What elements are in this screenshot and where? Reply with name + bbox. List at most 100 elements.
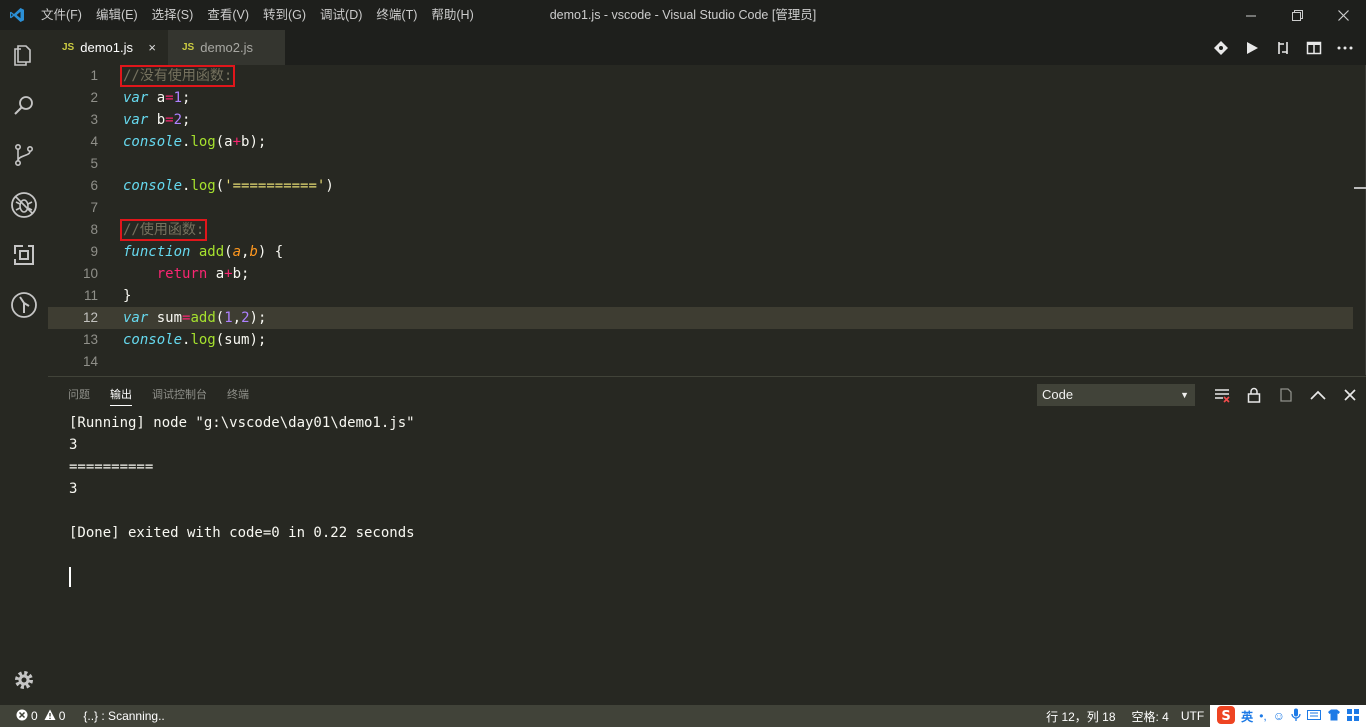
search-icon[interactable]	[0, 80, 48, 130]
clear-output-icon[interactable]	[1206, 387, 1238, 403]
function-name: add	[190, 310, 216, 326]
skin-icon[interactable]	[1327, 709, 1341, 724]
status-right: 行 12，列 18 空格: 4 UTF S 英 •, ☺	[1046, 705, 1366, 727]
menu-selection[interactable]: 选择(S)	[145, 0, 201, 30]
menu-terminal[interactable]: 终端(T)	[369, 0, 424, 30]
encoding[interactable]: UTF	[1181, 709, 1204, 723]
line-number: 6	[90, 178, 98, 193]
lock-scroll-icon[interactable]	[1238, 387, 1270, 403]
code-text: console.log('==========')	[123, 175, 334, 197]
code-text: var sum=add(1,2);	[123, 307, 266, 329]
keyword: var	[123, 112, 149, 128]
error-icon[interactable]	[16, 709, 28, 724]
tab-demo1[interactable]: JS demo1.js ×	[48, 30, 168, 65]
tab-demo2[interactable]: JS demo2.js	[168, 30, 285, 65]
keyboard-icon[interactable]	[1307, 709, 1321, 723]
code-line: 1 //没有使用函数:	[48, 65, 1353, 87]
args: (a	[215, 134, 233, 150]
code-text: //使用函数:	[119, 219, 208, 241]
editor-tabs: JS demo1.js × JS demo2.js	[48, 30, 1366, 65]
function-name: log	[190, 178, 216, 194]
warning-count[interactable]: 0	[59, 709, 66, 723]
scanning-status[interactable]: {..} : Scanning..	[83, 709, 164, 723]
identifier: sum	[156, 310, 183, 326]
code-text: return a+b;	[123, 263, 250, 285]
code-line: 14	[48, 351, 1353, 373]
tab-terminal[interactable]: 终端	[227, 385, 249, 406]
punctuation-icon[interactable]: •,	[1259, 709, 1267, 723]
svg-text:S: S	[1221, 709, 1230, 724]
git-compare-icon[interactable]	[1205, 40, 1236, 56]
tab-output[interactable]: 输出	[110, 385, 132, 406]
menu-edit[interactable]: 编辑(E)	[89, 0, 145, 30]
minimize-button[interactable]	[1228, 0, 1274, 30]
js-file-icon: JS	[182, 42, 195, 53]
run-code-icon[interactable]	[1236, 41, 1267, 55]
menu-debug[interactable]: 调试(D)	[313, 0, 369, 30]
code-text: var a=1;	[123, 87, 190, 109]
tab-problems[interactable]: 问题	[68, 385, 90, 406]
line-number: 11	[83, 288, 98, 303]
output-line: 3	[69, 481, 78, 497]
function-name: log	[190, 332, 216, 348]
output-panel: 问题 输出 调试控制台 终端 Code ▼ [Running] node "g:…	[48, 376, 1366, 706]
code-editor[interactable]: 1 //没有使用函数: 2 var a=1; 3 var b=2; 4 cons…	[48, 65, 1366, 375]
split-editor-icon[interactable]	[1298, 40, 1329, 56]
operator: +	[232, 134, 242, 150]
extensions-icon[interactable]	[0, 230, 48, 280]
emoji-icon[interactable]: ☺	[1273, 709, 1285, 723]
close-window-button[interactable]	[1320, 0, 1366, 30]
output-channel-value: Code	[1042, 387, 1074, 402]
error-count[interactable]: 0	[31, 709, 38, 723]
tab-close-icon[interactable]: ×	[148, 40, 156, 55]
remote-icon[interactable]	[0, 280, 48, 330]
code-text: function add(a,b) {	[123, 241, 283, 263]
code-line: 3 var b=2;	[48, 109, 1353, 131]
punct: );	[249, 310, 267, 326]
ime-toolbar[interactable]: S 英 •, ☺	[1210, 705, 1366, 727]
output-text: [Running] node "g:\vscode\day01\demo1.js…	[69, 412, 415, 544]
toolbox-icon[interactable]	[1347, 708, 1359, 724]
open-changes-icon[interactable]	[1267, 40, 1298, 56]
output-line: 3	[69, 437, 78, 453]
debug-icon[interactable]	[0, 180, 48, 230]
code-text: var b=2;	[123, 109, 190, 131]
output-channel-select[interactable]: Code ▼	[1037, 384, 1195, 406]
cursor-position[interactable]: 行 12，列 18	[1046, 708, 1115, 725]
code-text: console.log(sum);	[123, 329, 266, 351]
maximize-panel-icon[interactable]	[1302, 390, 1334, 400]
keyword-return: return	[156, 266, 208, 282]
identifier: a	[215, 266, 225, 282]
number: 2	[241, 310, 250, 326]
menu-go[interactable]: 转到(G)	[256, 0, 313, 30]
code-line: 8 //使用函数:	[48, 219, 1353, 241]
settings-gear-icon[interactable]	[0, 655, 48, 705]
indentation[interactable]: 空格: 4	[1132, 708, 1169, 725]
identifier-console: console	[123, 332, 183, 348]
source-control-icon[interactable]	[0, 130, 48, 180]
sogou-logo-icon[interactable]: S	[1217, 705, 1236, 727]
overview-ruler-marker	[1354, 187, 1366, 189]
status-bar: 0 0 {..} : Scanning.. 行 12，列 18 空格: 4 UT…	[0, 705, 1366, 727]
identifier: b	[156, 112, 166, 128]
current-code-line: 12 var sum=add(1,2);	[48, 307, 1353, 329]
restore-button[interactable]	[1274, 0, 1320, 30]
tab-debug-console[interactable]: 调试控制台	[152, 385, 207, 406]
menu-view[interactable]: 查看(V)	[200, 0, 256, 30]
output-line: [Done] exited with code=0 in 0.22 second…	[69, 525, 415, 541]
keyword: var	[123, 310, 149, 326]
warning-icon[interactable]	[44, 709, 56, 724]
code-line: 4 console.log(a+b);	[48, 131, 1353, 153]
open-log-file-icon[interactable]	[1270, 387, 1302, 403]
explorer-icon[interactable]	[0, 30, 48, 80]
line-number: 7	[90, 200, 98, 215]
ime-mode-label[interactable]: 英	[1241, 708, 1253, 725]
code-line: 10 return a+b;	[48, 263, 1353, 285]
microphone-icon[interactable]	[1291, 708, 1301, 725]
identifier: a	[156, 90, 166, 106]
more-actions-icon[interactable]	[1329, 46, 1360, 50]
menu-help[interactable]: 帮助(H)	[424, 0, 480, 30]
close-panel-icon[interactable]	[1334, 389, 1366, 401]
editor-actions	[1205, 30, 1360, 65]
menu-file[interactable]: 文件(F)	[34, 0, 89, 30]
